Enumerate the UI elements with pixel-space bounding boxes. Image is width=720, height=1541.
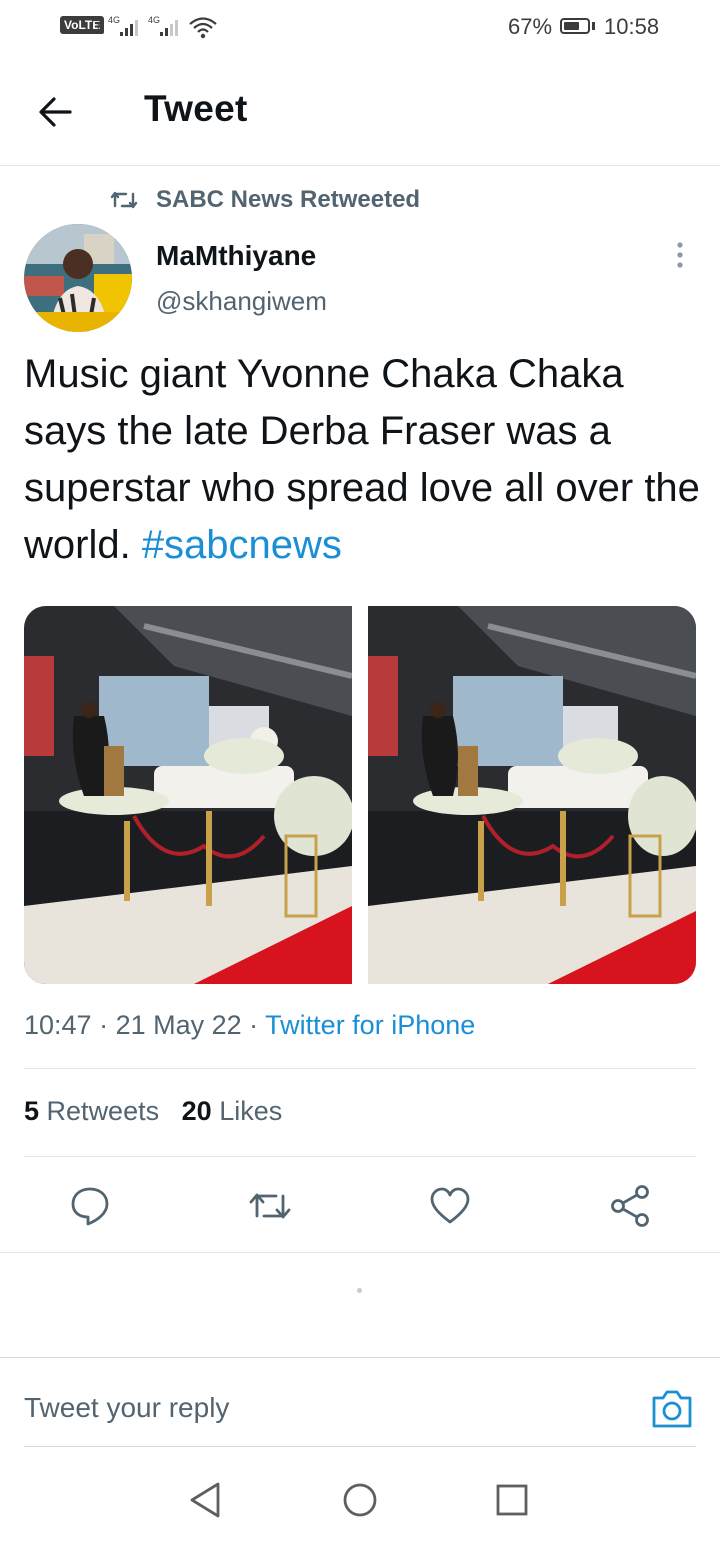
sim-indicator: 1 [92, 20, 105, 34]
author-name[interactable]: MaMthiyane [156, 240, 316, 272]
retweets-stat[interactable]: 5 Retweets [24, 1096, 159, 1126]
signal-icon: 4G [148, 14, 184, 46]
retweets-count: 5 [24, 1096, 40, 1126]
likes-count: 20 [181, 1096, 212, 1126]
status-clock: 10:58 [604, 14, 660, 39]
like-icon[interactable] [428, 1184, 472, 1228]
tweet-body: Music giant Yvonne Chaka Chaka says the … [24, 352, 700, 567]
likes-label: Likes [219, 1096, 283, 1126]
home-circle-icon[interactable] [338, 1478, 382, 1522]
battery-percent: 67% [508, 14, 553, 39]
signal-icon: 4G [108, 14, 144, 46]
retweets-label: Retweets [46, 1096, 160, 1126]
reply-bottom-divider [24, 1446, 696, 1447]
stats-divider [24, 1156, 696, 1157]
avatar[interactable] [24, 224, 132, 332]
network-type-label: 4G [148, 15, 160, 25]
tweet-stats: 5 Retweets 20 Likes [24, 1096, 282, 1127]
battery-icon [560, 18, 590, 34]
retweeted-by-label[interactable]: SABC News Retweeted [156, 186, 420, 214]
header-divider [0, 165, 720, 166]
reply-input[interactable]: Tweet your reply [24, 1392, 229, 1424]
reply-icon[interactable] [68, 1184, 112, 1228]
camera-icon[interactable] [650, 1388, 694, 1430]
back-triangle-icon[interactable] [184, 1478, 228, 1522]
tweet-date: 21 May 22 [115, 1010, 242, 1040]
likes-stat[interactable]: 20 Likes [182, 1096, 283, 1126]
retweet-context-icon [110, 188, 138, 212]
meta-divider [24, 1068, 696, 1069]
tweet-source-link[interactable]: Twitter for iPhone [265, 1010, 475, 1040]
status-bar: VoLTE 1 4G 4G 67% 10:58 [0, 0, 720, 56]
recents-square-icon[interactable] [490, 1478, 534, 1522]
reply-top-divider [0, 1357, 720, 1358]
tweet-photo[interactable] [368, 606, 696, 984]
network-type-label: 4G [108, 15, 120, 25]
arrow-left-icon[interactable] [36, 92, 76, 132]
wifi-icon [188, 14, 218, 46]
tweet-photo[interactable] [24, 606, 352, 984]
actions-divider [0, 1252, 720, 1253]
retweet-icon[interactable] [248, 1184, 292, 1228]
tweet-timestamp: 10:47 · 21 May 22 · Twitter for iPhone [24, 1010, 476, 1040]
tweet-text: Music giant Yvonne Chaka Chaka says the … [24, 346, 704, 574]
author-handle[interactable]: @skhangiwem [156, 286, 327, 317]
page-title: Tweet [144, 88, 248, 129]
share-icon[interactable] [608, 1184, 652, 1228]
more-options-icon[interactable] [668, 240, 692, 270]
hashtag-link[interactable]: #sabcnews [142, 523, 342, 567]
loading-indicator [357, 1288, 362, 1293]
tweet-time: 10:47 [24, 1010, 92, 1040]
